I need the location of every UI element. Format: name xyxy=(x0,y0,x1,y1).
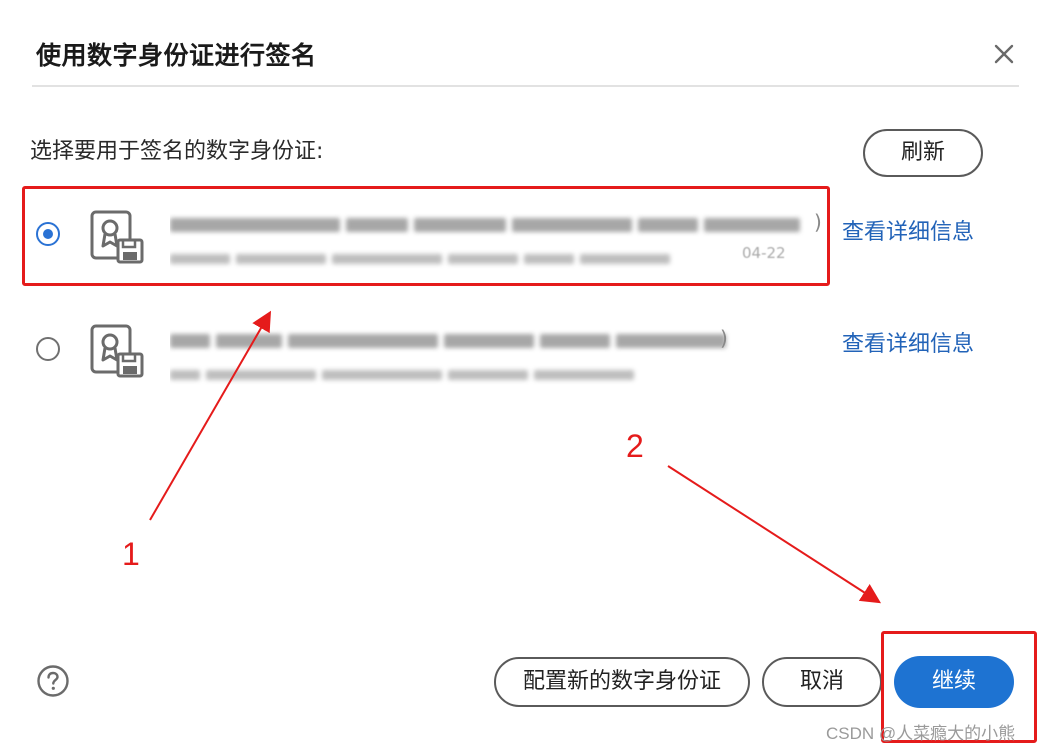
dialog-title: 使用数字身份证进行签名 xyxy=(36,41,317,70)
annotation-label-2: 2 xyxy=(626,428,644,464)
watermark-text: CSDN @人菜瘾大的小熊 xyxy=(826,724,1016,743)
annotation-label-1: 1 xyxy=(122,536,140,572)
certificate-row-2[interactable]: ) 查看详细信息 xyxy=(24,298,1004,398)
configure-new-id-button[interactable]: 配置新的数字身份证 xyxy=(494,657,750,707)
radio-unselected[interactable] xyxy=(36,337,60,361)
select-id-prompt: 选择要用于签名的数字身份证: xyxy=(30,139,324,164)
certificate-info-redacted xyxy=(170,324,810,388)
certificate-name-tail: ) xyxy=(720,326,728,350)
annotation-highlight-certificate xyxy=(22,186,830,286)
annotation-arrow-2 xyxy=(667,465,882,604)
view-details-link[interactable]: 查看详细信息 xyxy=(842,326,974,358)
view-details-link[interactable]: 查看详细信息 xyxy=(842,214,974,246)
close-icon xyxy=(994,44,1014,64)
title-divider xyxy=(32,85,1019,87)
help-icon xyxy=(37,665,69,697)
cancel-button[interactable]: 取消 xyxy=(762,657,882,707)
certificate-icon xyxy=(90,324,144,378)
close-button[interactable] xyxy=(988,38,1020,70)
refresh-button[interactable]: 刷新 xyxy=(863,129,983,177)
help-button[interactable] xyxy=(36,664,70,698)
